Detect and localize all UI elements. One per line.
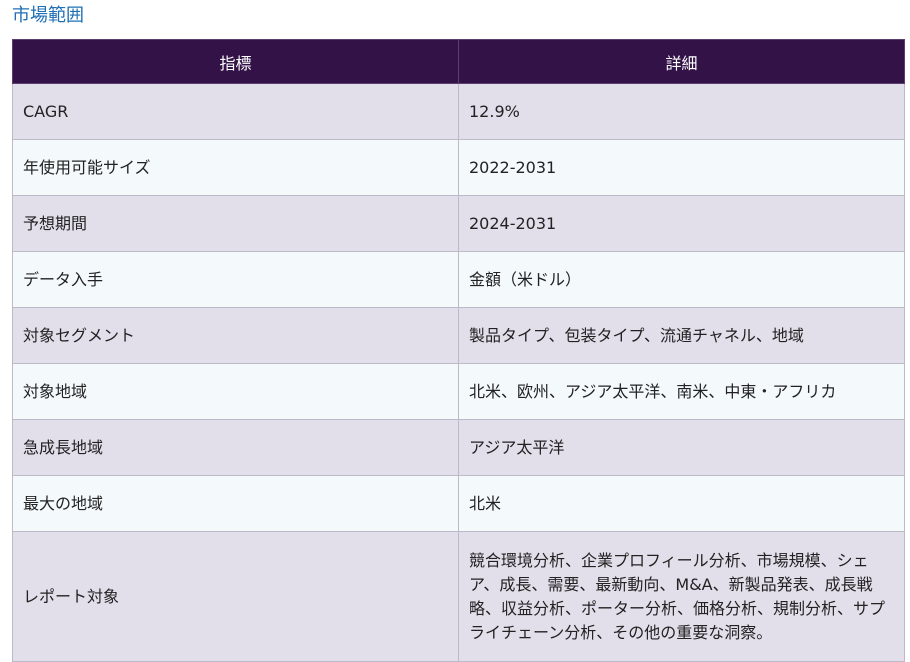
table-row: 予想期間 2024-2031 <box>12 195 905 252</box>
detail-cell: 北米、欧州、アジア太平洋、南米、中東・アフリカ <box>458 363 905 420</box>
metric-cell: 予想期間 <box>12 195 459 252</box>
detail-cell: アジア太平洋 <box>458 419 905 476</box>
table-row: 年使用可能サイズ 2022-2031 <box>12 139 905 196</box>
table-row: 対象セグメント 製品タイプ、包装タイプ、流通チャネル、地域 <box>12 307 905 364</box>
table-row: 対象地域 北米、欧州、アジア太平洋、南米、中東・アフリカ <box>12 363 905 420</box>
metric-cell: データ入手 <box>12 251 459 308</box>
page-title: 市場範囲 <box>12 5 84 26</box>
table-body: CAGR 12.9% 年使用可能サイズ 2022-2031 予想期間 2024-… <box>12 83 905 662</box>
detail-cell: 競合環境分析、企業プロフィール分析、市場規模、シェア、成長、需要、最新動向、M&… <box>458 531 905 662</box>
metric-cell: 急成長地域 <box>12 419 459 476</box>
detail-cell: 北米 <box>458 475 905 532</box>
header-detail: 詳細 <box>458 39 905 84</box>
detail-cell: 2022-2031 <box>458 139 905 196</box>
metric-cell: レポート対象 <box>12 531 459 662</box>
metric-cell: 年使用可能サイズ <box>12 139 459 196</box>
table-row: 急成長地域 アジア太平洋 <box>12 419 905 476</box>
metric-cell: 最大の地域 <box>12 475 459 532</box>
table-header: 指標 詳細 <box>12 39 905 84</box>
header-metric: 指標 <box>12 39 459 84</box>
header-row: 指標 詳細 <box>12 39 905 84</box>
table-row: CAGR 12.9% <box>12 83 905 140</box>
table-row: データ入手 金額（米ドル） <box>12 251 905 308</box>
detail-cell: 製品タイプ、包装タイプ、流通チャネル、地域 <box>458 307 905 364</box>
detail-cell: 2024-2031 <box>458 195 905 252</box>
metric-cell: CAGR <box>12 83 459 140</box>
detail-cell: 12.9% <box>458 83 905 140</box>
detail-cell: 金額（米ドル） <box>458 251 905 308</box>
metric-cell: 対象地域 <box>12 363 459 420</box>
metric-cell: 対象セグメント <box>12 307 459 364</box>
market-scope-table: 指標 詳細 CAGR 12.9% 年使用可能サイズ 2022-2031 予想期間… <box>12 39 905 662</box>
table-row: レポート対象 競合環境分析、企業プロフィール分析、市場規模、シェア、成長、需要、… <box>12 531 905 662</box>
table-row: 最大の地域 北米 <box>12 475 905 532</box>
